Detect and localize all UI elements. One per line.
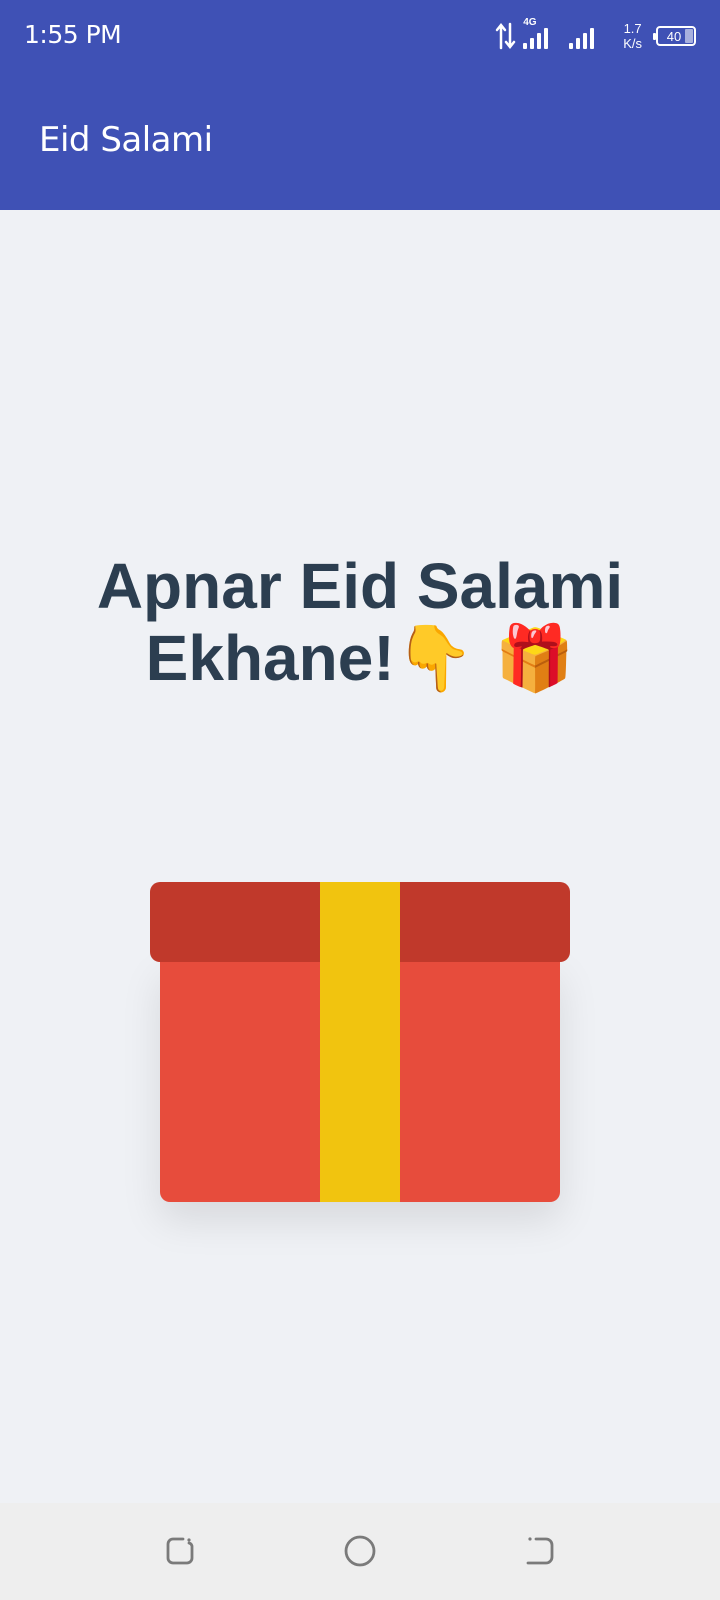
- network-speed-unit: K/s: [623, 36, 642, 51]
- data-transfer-icon: [495, 22, 516, 50]
- home-icon[interactable]: [342, 1533, 378, 1569]
- battery-icon: 40: [653, 26, 696, 46]
- network-speed: 1.7 K/s: [623, 21, 642, 51]
- app-title: Eid Salami: [39, 120, 213, 160]
- battery-level: 40: [666, 28, 682, 44]
- signal-icon: 4G: [523, 17, 563, 51]
- headline-line-1: Apnar Eid Salami: [96, 550, 624, 622]
- back-icon[interactable]: [522, 1533, 558, 1569]
- recent-apps-icon[interactable]: [162, 1533, 198, 1569]
- gift-box-ribbon: [320, 882, 400, 1202]
- status-bar: 1:55 PM 4G 1.7 K/s 40: [0, 0, 720, 72]
- app-bar: Eid Salami: [0, 72, 720, 210]
- navigation-bar: [0, 1503, 720, 1600]
- headline-line-2: Ekhane!👇 🎁: [0, 622, 720, 695]
- network-type-label: 4G: [523, 17, 537, 28]
- gift-box-button[interactable]: [150, 882, 570, 1204]
- headline-text: Ekhane!: [145, 622, 395, 694]
- signal-icon: [569, 21, 609, 51]
- pointing-down-gift-emoji: 👇 🎁: [394, 622, 575, 696]
- status-time: 1:55 PM: [24, 20, 122, 49]
- status-icons: 4G 1.7 K/s 40: [495, 16, 696, 56]
- network-speed-value: 1.7: [623, 21, 642, 36]
- headline: Apnar Eid Salami Ekhane!👇 🎁: [0, 550, 720, 695]
- screen: 1:55 PM 4G 1.7 K/s 40 Eid Salami Apnar E…: [0, 0, 720, 1600]
